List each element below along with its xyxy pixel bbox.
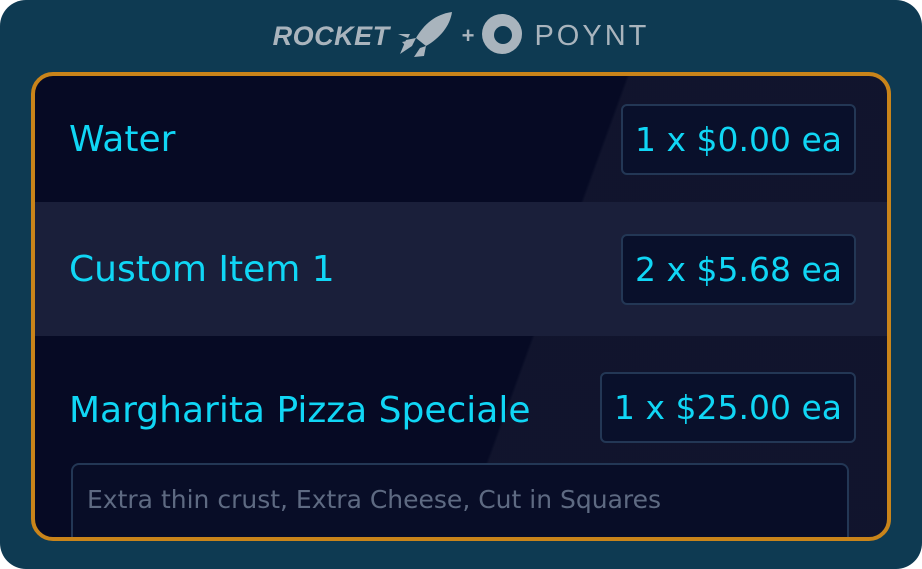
rocket-icon xyxy=(396,10,454,62)
poynt-logo-text: POYNT xyxy=(534,19,650,52)
item-name: Margharita Pizza Speciale xyxy=(69,390,531,431)
item-name: Water xyxy=(69,118,176,160)
order-panel: Water 1 x $0.00 ea Custom Item 1 2 x $5.… xyxy=(31,72,891,541)
app-frame: ROCKET + POYNT Water 1 x $0.00 ea Custom… xyxy=(0,0,922,569)
plus-separator: + xyxy=(461,23,475,48)
order-item-row[interactable]: Custom Item 1 2 x $5.68 ea xyxy=(35,202,887,336)
poynt-logo-icon xyxy=(480,12,524,60)
item-name: Custom Item 1 xyxy=(69,248,335,290)
rocket-logo-text: ROCKET xyxy=(272,20,390,51)
item-quantity-price[interactable]: 1 x $0.00 ea xyxy=(621,103,856,175)
order-item-row[interactable]: Water 1 x $0.00 ea xyxy=(35,76,887,202)
logo-bar: ROCKET + POYNT xyxy=(0,0,922,72)
item-quantity-price[interactable]: 1 x $25.00 ea xyxy=(600,372,856,443)
item-note[interactable]: Extra thin crust, Extra Cheese, Cut in S… xyxy=(71,463,849,537)
item-quantity-price[interactable]: 2 x $5.68 ea xyxy=(621,233,856,305)
